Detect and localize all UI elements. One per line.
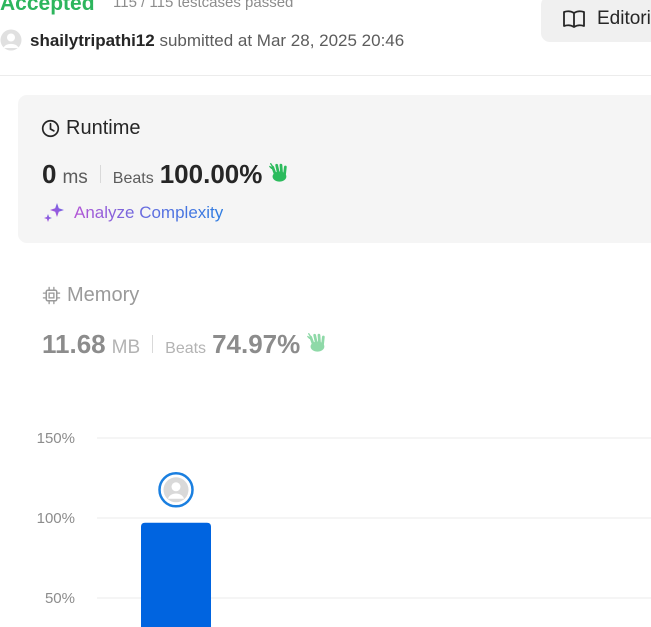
username-link[interactable]: shailytripathi12	[30, 31, 155, 50]
metric-separator	[99, 165, 101, 183]
runtime-heading: Runtime	[41, 117, 140, 140]
analyze-complexity-button[interactable]: Analyze Complexity	[42, 201, 223, 225]
memory-heading[interactable]: Memory	[42, 284, 139, 307]
avatar-head	[171, 482, 181, 492]
runtime-metric: 0 ms Beats 100.00%	[42, 159, 290, 190]
runtime-beats-label: Beats	[112, 170, 154, 187]
editorial-button[interactable]: Editorial	[541, 0, 651, 42]
submission-info: shailytripathi12 submitted at Mar 28, 20…	[30, 31, 404, 51]
memory-metric: 11.68 MB Beats 74.97%	[42, 329, 328, 360]
memory-title: Memory	[67, 284, 140, 306]
submission-status: Accepted	[0, 0, 95, 15]
header-divider	[0, 75, 651, 76]
book-icon	[563, 10, 585, 28]
clock-icon	[41, 119, 60, 138]
chip-icon	[42, 286, 61, 305]
runtime-value: 0	[42, 159, 57, 189]
submitted-time: submitted at Mar 28, 2025 20:46	[159, 31, 405, 50]
clap-icon	[269, 163, 288, 182]
user-position-avatar	[158, 472, 194, 508]
avatar[interactable]	[0, 29, 22, 51]
editorial-label: Editorial	[597, 8, 651, 29]
memory-beats-value: 74.97%	[212, 329, 301, 359]
memory-unit: MB	[111, 337, 141, 358]
memory-beats-label: Beats	[165, 340, 207, 357]
metric-separator	[152, 335, 154, 353]
runtime-unit: ms	[62, 167, 88, 188]
y-tick-label: 100%	[37, 510, 75, 527]
analyze-complexity-label: Analyze Complexity	[74, 203, 224, 222]
clap-icon	[307, 333, 325, 352]
y-tick-label: 50%	[45, 590, 75, 607]
runtime-card[interactable]: Runtime 0 ms Beats 100.00% Analyze Compl…	[18, 95, 651, 243]
y-tick-label: 150%	[37, 430, 75, 447]
runtime-title: Runtime	[66, 117, 141, 139]
distribution-bar[interactable]	[141, 522, 211, 627]
memory-value: 11.68	[42, 329, 106, 359]
runtime-beats-value: 100.00%	[159, 159, 263, 189]
testcases-summary: 115 / 115 testcases passed	[113, 0, 294, 11]
sparkle-icon	[44, 203, 64, 222]
runtime-distribution-chart[interactable]: 150% 100% 50%	[0, 420, 651, 627]
